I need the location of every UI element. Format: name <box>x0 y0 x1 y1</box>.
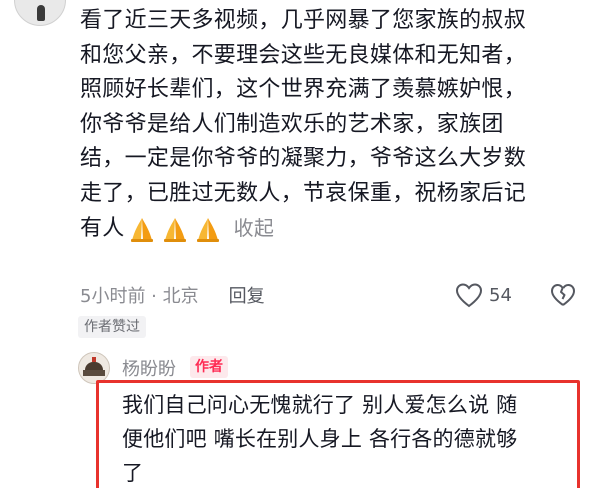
author-liked-badge: 作者赞过 <box>78 316 146 338</box>
reply-line: 了 <box>122 461 144 485</box>
emoji-row <box>127 214 226 244</box>
comment-line: 走了，已胜过无数人，节哀保重，祝杨家后记 <box>80 180 527 206</box>
dislike-button[interactable] <box>550 280 576 310</box>
reply-author-name[interactable]: 杨盼盼 <box>122 355 176 381</box>
reply-line: 我们自己问心无愧就行了 别人爱怎么说 随 <box>122 393 518 417</box>
pray-icon <box>160 214 190 244</box>
comment-line: 照顾好长辈们，这个世界充满了羡慕嫉妒恨， <box>80 77 527 102</box>
pray-icon <box>127 214 157 244</box>
comment-last-text: 有人 <box>80 216 125 241</box>
comment-text: 看了近三天多视频，几乎网暴了您家族的叔叔 和您父亲，不要理会这些无良媒体和无知者… <box>80 4 592 247</box>
comment-line-last: 有人 收起 <box>80 211 592 247</box>
broken-heart-icon <box>551 283 576 306</box>
collapse-link[interactable]: 收起 <box>234 216 275 240</box>
reply-button[interactable]: 回复 <box>229 282 265 308</box>
comment-meta-row: 5小时前 · 北京 回复 54 <box>80 280 580 310</box>
reply-line: 便他们吧 嘴长在别人身上 各行各的德就够 <box>122 427 518 451</box>
like-button[interactable]: 54 <box>455 280 512 310</box>
comment-line: 你爷爷是给人们制造欢乐的艺术家，家族团 <box>80 111 504 137</box>
heart-icon <box>455 283 483 308</box>
author-badge: 作者 <box>190 356 228 378</box>
comment-line: 和您父亲，不要理会这些无良媒体和无知者， <box>80 42 527 68</box>
comment-line: 结，一定是你爷爷的凝聚力，爷爷这么大岁数 <box>80 146 527 171</box>
pray-icon <box>193 214 223 244</box>
comment-time-location: 5小时前 · 北京 <box>80 286 199 307</box>
commenter-avatar[interactable] <box>14 0 66 26</box>
comment-line: 看了近三天多视频，几乎网暴了您家族的叔叔 <box>80 8 527 33</box>
reply-text: 我们自己问心无愧就行了 别人爱怎么说 随 便他们吧 嘴长在别人身上 各行各的德就… <box>122 388 572 488</box>
like-count: 54 <box>489 284 512 306</box>
